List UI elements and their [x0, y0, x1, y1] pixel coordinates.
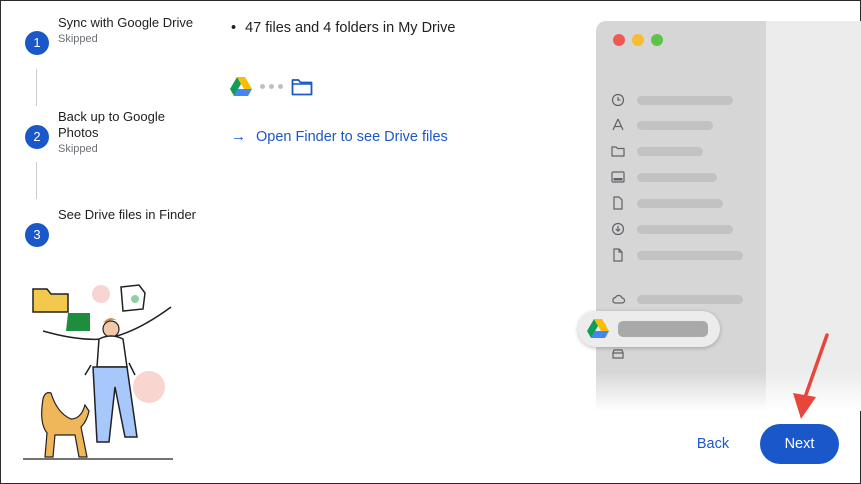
sidebar-row-bar: [637, 295, 743, 304]
dots-icon: [260, 84, 283, 89]
step-status: Skipped: [58, 33, 98, 45]
drive-label-bar: [618, 321, 708, 337]
sidebar-row-bar: [637, 121, 713, 130]
back-button[interactable]: Back: [684, 427, 742, 461]
sidebar-row-bar: [637, 173, 717, 182]
step-number: 1: [25, 31, 49, 55]
arrow-right-icon: →: [231, 128, 246, 145]
sidebar-row-bar: [637, 147, 703, 156]
step-number: 3: [25, 223, 49, 247]
step-title: See Drive files in Finder: [58, 207, 196, 222]
drive-sidebar-highlight: [578, 311, 720, 347]
open-finder-label: Open Finder to see Drive files: [256, 128, 448, 145]
step-connector: [36, 69, 37, 106]
sync-status-row: [230, 77, 313, 96]
download-icon: [611, 222, 625, 236]
google-drive-icon: [230, 77, 252, 96]
minimize-dot: [632, 34, 644, 46]
folder-icon: [611, 146, 625, 157]
document-icon: [613, 196, 623, 210]
folder-icon: [291, 78, 313, 95]
annotation-arrow-icon: [793, 333, 829, 419]
open-finder-link[interactable]: → Open Finder to see Drive files: [231, 128, 448, 145]
sidebar-row-bar: [637, 225, 733, 234]
next-button[interactable]: Next: [760, 424, 839, 464]
person-cat-illustration: [23, 284, 173, 460]
zoom-dot: [651, 34, 663, 46]
step-status: Skipped: [58, 143, 98, 155]
sidebar-row-bar: [637, 96, 733, 105]
sidebar-row-bar: [637, 199, 723, 208]
desktop-icon: [611, 171, 625, 183]
drive-summary-text: 47 files and 4 folders in My Drive: [231, 20, 455, 36]
sidebar-row-bar: [637, 251, 743, 260]
step-title: Sync with Google Drive: [58, 15, 194, 30]
google-drive-icon: [587, 319, 609, 338]
disk-icon: [612, 349, 624, 359]
cloud-icon: [612, 294, 625, 304]
step-title: Back up to Google Photos: [58, 109, 165, 140]
setup-window: 1 Sync with Google Drive Skipped 2 Back …: [0, 0, 861, 484]
apps-icon: [612, 118, 624, 131]
step-number: 2: [25, 125, 49, 149]
clock-icon: [611, 93, 625, 107]
file-icon: [613, 248, 623, 262]
close-dot: [613, 34, 625, 46]
step-connector: [36, 162, 37, 199]
